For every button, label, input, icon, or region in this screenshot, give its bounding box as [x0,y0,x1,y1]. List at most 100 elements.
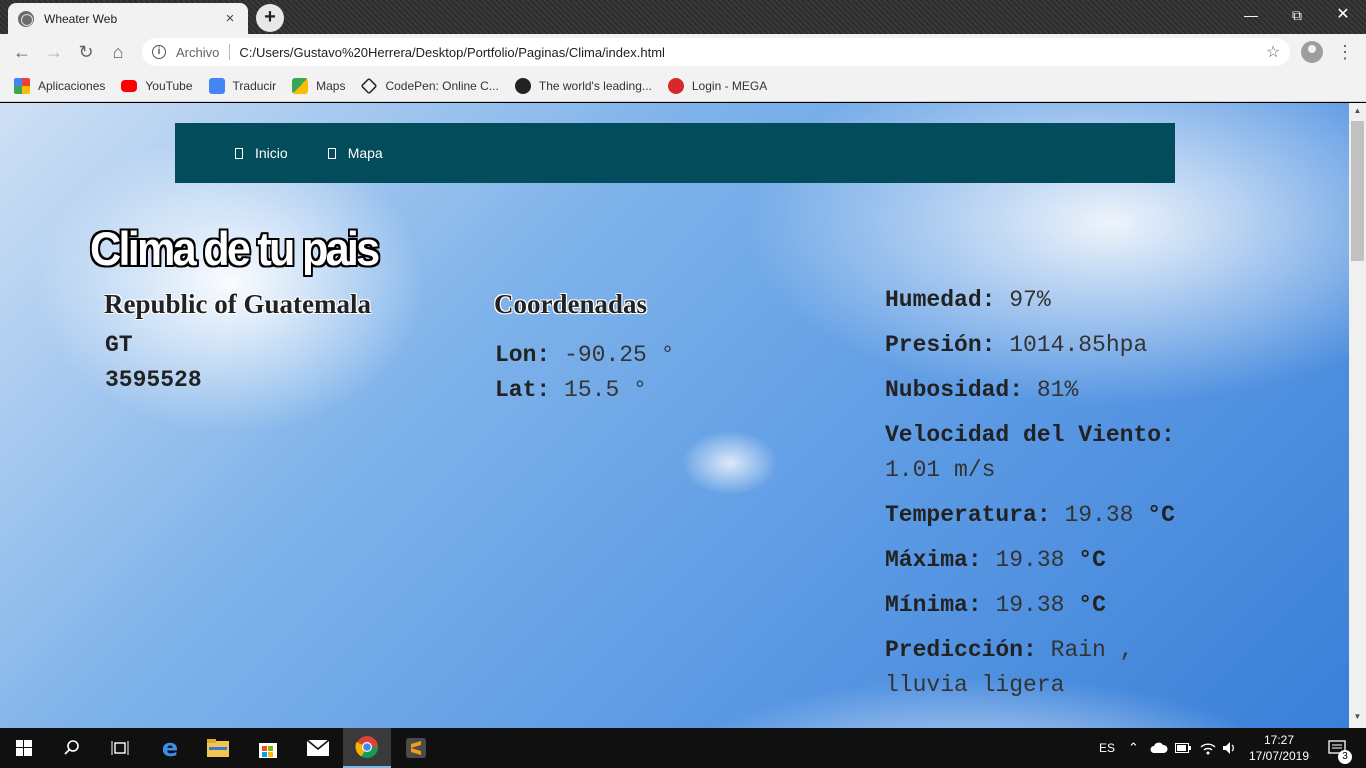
weather-row-max: Máxima: 19.38 °C [885,543,1215,578]
minimize-window-button[interactable]: — [1228,0,1274,30]
language-indicator[interactable]: ES [1099,728,1115,768]
bookmark-label: Maps [316,78,346,93]
scroll-down-icon[interactable]: ▼ [1349,712,1366,721]
tray-chevron-icon[interactable]: ⌃ [1128,728,1139,768]
action-center-icon[interactable]: 3 [1322,728,1352,768]
weather-row-pressure: Presión: 1014.85hpa [885,328,1215,363]
scroll-up-icon[interactable]: ▲ [1349,106,1366,115]
weather-label: Presión: [885,332,996,358]
bookmark-github[interactable]: The world's leading... [514,77,652,94]
mega-icon [667,77,684,94]
weather-label: Temperatura: [885,502,1051,528]
latitude-value: 15.5 ° [564,377,647,403]
maps-icon [292,77,309,94]
nav-link-label: Mapa [347,145,383,161]
nav-link-inicio[interactable]: Inicio [235,145,288,161]
weather-label: Velocidad del Viento: [885,422,1175,448]
longitude-value: -90.25 ° [564,342,675,368]
nav-link-label: Inicio [255,145,288,161]
bookmark-maps[interactable]: Maps [292,77,346,94]
browser-tab-strip: Wheater Web × + — ⧉ ✕ [0,0,1366,34]
notification-count-badge: 3 [1338,750,1352,764]
sublime-text-icon[interactable] [392,728,440,768]
tab-title: Wheater Web [44,11,118,26]
close-window-button[interactable]: ✕ [1320,0,1366,30]
bookmark-apps[interactable]: Aplicaciones [14,77,106,94]
weather-label: Nubosidad: [885,377,1024,403]
weather-label: Máxima: [885,547,982,573]
onedrive-icon[interactable] [1150,728,1168,768]
weather-row-forecast: Predicción: Rain , lluvia ligera [885,633,1215,703]
home-button[interactable]: ⌂ [106,40,130,64]
youtube-icon [121,79,138,92]
page-viewport: Inicio Mapa Clima de tu pais Republic of… [0,103,1349,728]
clock-date: 17/07/2019 [1248,749,1310,763]
map-icon [327,147,336,159]
edge-icon[interactable]: e [146,728,194,768]
weather-value: 81% [1036,377,1079,403]
country-id: 3595528 [105,367,202,393]
weather-unit: °C [1078,592,1106,618]
chrome-icon[interactable] [343,728,391,768]
nav-link-mapa[interactable]: Mapa [327,145,383,161]
scrollbar-thumb[interactable] [1351,121,1364,261]
address-bar[interactable]: i Archivo C:/Users/Gustavo%20Herrera/Des… [142,38,1290,66]
apps-grid-icon [14,77,30,94]
country-name: Republic of Guatemala [104,289,371,319]
github-icon [514,77,531,94]
scheme-label: Archivo [176,44,220,60]
forward-button[interactable]: → [42,40,66,64]
bookmark-label: CodePen: Online C... [385,78,499,93]
weather-details: Humedad: 97% Presión: 1014.85hpa Nubosid… [885,283,1215,713]
search-icon[interactable] [48,728,96,768]
back-button[interactable]: ← [10,40,34,64]
browser-tab[interactable]: Wheater Web × [8,3,248,34]
bookmark-youtube[interactable]: YouTube [121,78,193,93]
bookmark-label: Aplicaciones [38,78,106,93]
bookmark-codepen[interactable]: CodePen: Online C... [360,77,499,94]
new-tab-button[interactable]: + [256,4,284,32]
battery-icon[interactable] [1175,728,1191,768]
volume-icon[interactable] [1222,728,1238,768]
weather-label: Humedad: [885,287,996,313]
home-icon [235,147,243,159]
url-text[interactable]: C:/Users/Gustavo%20Herrera/Desktop/Portf… [239,45,1266,60]
file-explorer-icon[interactable] [194,728,242,768]
coordinates-heading: Coordenadas [494,289,648,319]
weather-row-wind: Velocidad del Viento: 1.01 m/s [885,418,1215,488]
address-separator [229,44,231,60]
longitude-row: Lon: -90.25 ° [495,342,674,368]
weather-value: 19.38 [1064,502,1134,528]
bookmark-label: YouTube [145,78,193,93]
bookmark-translate[interactable]: Traducir [208,77,277,94]
weather-row-cloudiness: Nubosidad: 81% [885,373,1215,408]
longitude-label: Lon: [495,342,551,368]
weather-value: 1014.85hpa [1009,332,1148,358]
bookmark-label: The world's leading... [538,78,652,93]
reload-button[interactable]: ↻ [74,40,98,64]
bookmark-label: Traducir [232,78,277,93]
task-view-icon[interactable] [96,728,144,768]
bookmark-star-icon[interactable]: ☆ [1266,42,1290,62]
codepen-icon [360,77,378,94]
windows-taskbar: e ES ⌃ 17:27 17/07/2019 3 [0,728,1366,768]
mail-icon[interactable] [294,728,342,768]
latitude-row: Lat: 15.5 ° [495,377,647,403]
windows-start-icon[interactable] [0,728,48,768]
clock-time: 17:27 [1263,733,1295,747]
browser-menu-icon[interactable]: ⋮ [1336,42,1354,62]
bookmark-mega[interactable]: Login - MEGA [667,77,767,94]
tab-close-button[interactable]: × [222,10,238,27]
profile-avatar-icon[interactable] [1301,41,1323,63]
weather-row-humidity: Humedad: 97% [885,283,1215,318]
wifi-icon[interactable] [1200,728,1216,768]
browser-toolbar: ← → ↻ ⌂ i Archivo C:/Users/Gustavo%20Her… [0,34,1366,70]
store-icon[interactable] [244,728,292,768]
page-title: Clima de tu pais [90,222,380,275]
restore-window-button[interactable]: ⧉ [1274,0,1320,30]
page-scrollbar[interactable]: ▲ ▼ [1349,103,1366,728]
taskbar-clock[interactable]: 17:27 17/07/2019 [1248,732,1310,764]
country-code: GT [105,332,133,358]
info-icon[interactable]: i [152,45,166,59]
weather-label: Mínima: [885,592,982,618]
